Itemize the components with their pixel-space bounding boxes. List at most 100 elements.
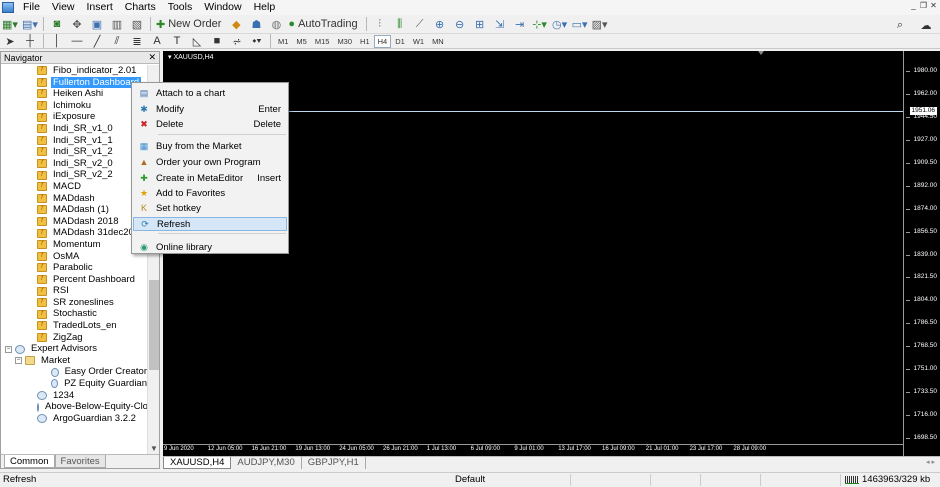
indicator-item[interactable]: f Indi_SR_v1_0 [1, 123, 149, 135]
fibonacci-icon[interactable]: ≣ [129, 33, 145, 50]
market-expert-item[interactable]: PZ Equity Guardian [1, 378, 149, 390]
candlestick-icon[interactable]: ⫼ [392, 16, 408, 33]
new-chart-icon[interactable]: ▦▾ [2, 16, 18, 33]
channel-icon[interactable]: ⫽ [109, 33, 125, 50]
screenshot-icon[interactable]: ▨▾ [592, 16, 608, 33]
periods-icon[interactable]: ◷▾ [552, 16, 568, 33]
timeframe-d1[interactable]: D1 [391, 35, 409, 48]
indicator-item[interactable]: f OsMA [1, 251, 149, 263]
trendline-icon[interactable]: ╱ [89, 33, 105, 50]
profiles-icon[interactable]: ▤▾ [22, 16, 38, 33]
indicator-item[interactable]: f Indi_SR_v2_2 [1, 169, 149, 181]
tester-icon[interactable]: ▧ [129, 16, 145, 33]
indicator-item[interactable]: f ZigZag [1, 332, 149, 344]
expert-item[interactable]: 1234 [1, 390, 149, 402]
chat-icon[interactable]: ☁ [918, 17, 934, 34]
tab-scroll-icon[interactable]: ◂ ▸ [926, 458, 935, 466]
context-item-order-your-own-program[interactable]: ▲ Order your own Program [133, 155, 287, 169]
new-order-button[interactable]: ✚ New Order [156, 16, 224, 33]
market-folder[interactable]: − Market [1, 355, 149, 367]
zoom-in-icon[interactable]: ⊕ [432, 16, 448, 33]
crosshair-icon[interactable]: ┼ [22, 33, 38, 50]
indicator-item[interactable]: f TradedLots_en [1, 320, 149, 332]
menu-view[interactable]: View [46, 0, 81, 15]
indicator-item[interactable]: f MACD [1, 181, 149, 193]
indicator-item[interactable]: f MADdash [1, 193, 149, 205]
data-window-icon[interactable]: ✥ [69, 16, 85, 33]
tab-common[interactable]: Common [4, 455, 55, 468]
context-item-delete[interactable]: ✖ Delete Delete [133, 117, 287, 131]
indicator-item[interactable]: f Indi_SR_v2_0 [1, 158, 149, 170]
market-icon[interactable]: ◍ [268, 16, 284, 33]
chart-tab-audjpy[interactable]: AUDJPY,M30 [231, 457, 302, 469]
collapse-icon[interactable]: − [5, 345, 12, 353]
tile-windows-icon[interactable]: ⊞ [472, 16, 488, 33]
menu-help[interactable]: Help [248, 0, 282, 15]
indicator-item[interactable]: f Fibo_indicator_2.01 [1, 65, 149, 77]
indicator-item[interactable]: f MADdash 2018 [1, 216, 149, 228]
tab-favorites[interactable]: Favorites [54, 455, 106, 468]
chart-tab-gbpjpy[interactable]: GBPJPY,H1 [302, 457, 366, 469]
menu-charts[interactable]: Charts [119, 0, 162, 15]
expert-item[interactable]: ArgoGuardian 3.2.2 [1, 413, 149, 425]
close-icon[interactable]: ✕ [929, 1, 938, 11]
menu-window[interactable]: Window [198, 0, 247, 15]
terminal-icon[interactable]: ▥ [109, 16, 125, 33]
expert-item[interactable]: Above-Below-Equity-Close [1, 401, 149, 413]
context-item-create-in-metaeditor[interactable]: ✚ Create in MetaEditor Insert [133, 171, 287, 185]
timeframe-h4[interactable]: H4 [373, 34, 392, 48]
navigator-close-icon[interactable]: ✕ [148, 52, 156, 63]
menu-tools[interactable]: Tools [162, 0, 199, 15]
timeframe-mn[interactable]: MN [428, 35, 448, 48]
horizontal-line-icon[interactable]: — [69, 33, 85, 50]
expert-advisors-folder[interactable]: − Expert Advisors [1, 343, 149, 355]
rectangle-icon[interactable]: ■ [209, 33, 225, 50]
chart-tab-xauusd[interactable]: XAUUSD,H4 [163, 457, 232, 469]
indicator-item[interactable]: f Stochastic [1, 308, 149, 320]
shapes-icon[interactable]: ⬩▾ [249, 33, 265, 50]
timeframe-m30[interactable]: M30 [333, 35, 356, 48]
indicator-item[interactable]: f MADdash (1) [1, 204, 149, 216]
indicator-item[interactable]: f SR zoneslines [1, 297, 149, 309]
templates-icon[interactable]: ▭▾ [572, 16, 588, 33]
text-icon[interactable]: A [149, 33, 165, 50]
indicator-item[interactable]: f Heiken Ashi [1, 88, 149, 100]
timeframe-m15[interactable]: M15 [311, 35, 334, 48]
line-chart-icon[interactable]: ⟋ [412, 16, 428, 33]
navigator-icon[interactable]: ▣ [89, 16, 105, 33]
restore-icon[interactable]: ❐ [919, 1, 928, 11]
indicator-item[interactable]: f Ichimoku [1, 100, 149, 112]
context-item-attach-to-a-chart[interactable]: ▤ Attach to a chart [133, 86, 287, 100]
indicator-item[interactable]: f Fullerton Dashboard [1, 76, 149, 89]
indicator-item[interactable]: f Percent Dashboard [1, 274, 149, 286]
collapse-icon[interactable]: − [15, 357, 22, 365]
cursor-icon[interactable]: ➤ [2, 33, 18, 50]
menu-insert[interactable]: Insert [81, 0, 119, 15]
minimize-icon[interactable]: _ [909, 1, 918, 11]
timeframe-m1[interactable]: M1 [274, 35, 292, 48]
connection-status[interactable]: 1463963/329 kb [845, 473, 930, 487]
autoscroll-icon[interactable]: ⇥ [512, 16, 528, 33]
indicator-item[interactable]: f Indi_SR_v1_2 [1, 146, 149, 158]
indicator-item[interactable]: f Momentum [1, 239, 149, 251]
indicator-item[interactable]: f MADdash 31dec2017 [1, 227, 149, 239]
arrow-shape-icon[interactable]: ◺ [189, 33, 205, 50]
market-expert-item[interactable]: Easy Order Creator [1, 366, 149, 378]
context-item-refresh[interactable]: ⟳ Refresh [133, 217, 287, 231]
zoom-out-icon[interactable]: ⊖ [452, 16, 468, 33]
menu-file[interactable]: File [17, 0, 46, 15]
signals-icon[interactable]: ☗ [248, 16, 264, 33]
search-icon[interactable]: ⌕ [892, 17, 908, 34]
context-item-buy-from-the-market[interactable]: ▦ Buy from the Market [133, 139, 287, 153]
gann-icon[interactable]: ⩫ [229, 33, 245, 50]
context-item-add-to-favorites[interactable]: ★ Add to Favorites [133, 186, 287, 200]
context-item-set-hotkey[interactable]: K Set hotkey [133, 201, 287, 215]
indicators-icon[interactable]: ⊹▾ [532, 16, 548, 33]
context-item-modify[interactable]: ✱ Modify Enter [133, 102, 287, 116]
timeframe-m5[interactable]: M5 [292, 35, 310, 48]
shift-marker[interactable] [758, 51, 764, 55]
scroll-thumb[interactable] [149, 280, 159, 370]
metaeditor-icon[interactable]: ◆ [228, 16, 244, 33]
context-item-online-library[interactable]: ◉ Online library [133, 240, 287, 254]
indicator-item[interactable]: f Parabolic [1, 262, 149, 274]
